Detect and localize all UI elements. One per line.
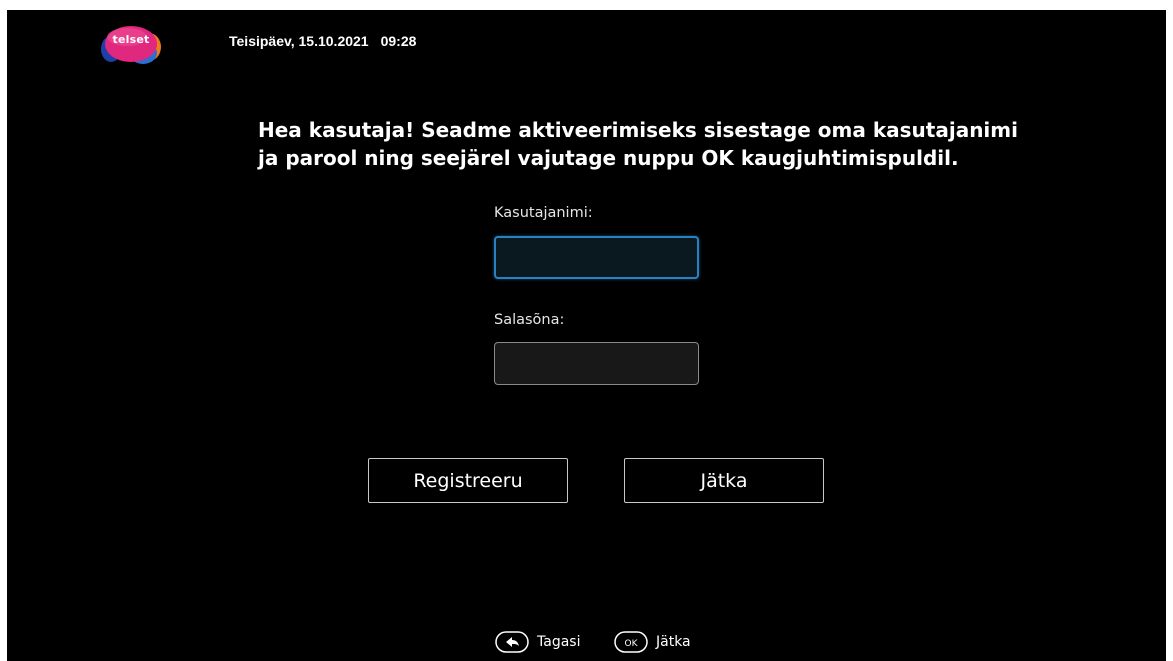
back-hint: Tagasi xyxy=(495,631,580,653)
date-text: Teisipäev, 15.10.2021 xyxy=(229,33,369,49)
tv-screen: telset Teisipäev, 15.10.2021 09:28 Hea ka… xyxy=(7,10,1166,661)
logo-text: telset xyxy=(112,33,150,46)
time-text: 09:28 xyxy=(380,33,417,49)
back-arrow-icon xyxy=(495,631,529,653)
username-field[interactable] xyxy=(494,236,699,279)
instruction-text: Hea kasutaja! Seadme aktiveerimiseks sis… xyxy=(258,116,1018,172)
ok-button-icon: OK xyxy=(614,631,648,653)
continue-button[interactable]: Jätka xyxy=(624,458,824,503)
ok-hint: OK Jätka xyxy=(614,631,691,653)
ok-hint-label: Jätka xyxy=(656,634,691,650)
instruction-line-1: Hea kasutaja! Seadme aktiveerimiseks sis… xyxy=(258,118,1018,142)
register-button[interactable]: Registreeru xyxy=(368,458,568,503)
username-label: Kasutajanimi: xyxy=(494,205,593,221)
ok-icon-text: OK xyxy=(625,639,639,649)
password-field[interactable] xyxy=(494,342,699,385)
telset-logo: telset xyxy=(99,23,163,67)
instruction-line-2: ja parool ning seejärel vajutage nuppu O… xyxy=(258,146,959,170)
back-hint-label: Tagasi xyxy=(537,634,581,650)
password-label: Salasõna: xyxy=(494,312,565,328)
date-time: Teisipäev, 15.10.2021 09:28 xyxy=(229,33,416,49)
